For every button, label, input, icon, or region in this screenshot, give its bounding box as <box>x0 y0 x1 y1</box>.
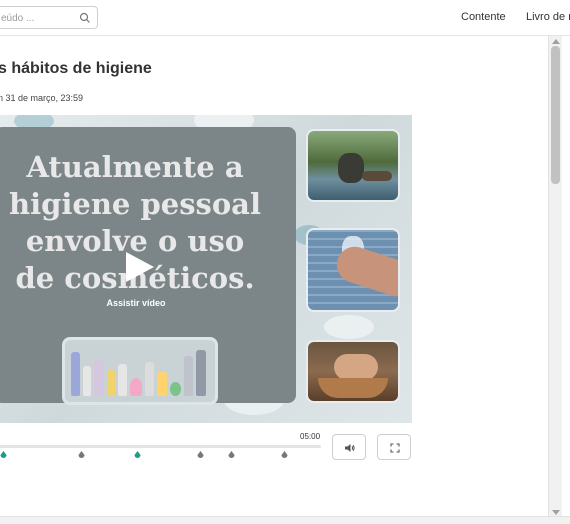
cosmetics-image <box>62 337 218 405</box>
video-timeline[interactable] <box>0 445 321 448</box>
video-controls: 05:00 <box>0 423 420 473</box>
bathing-photo <box>306 129 400 202</box>
search-input[interactable] <box>1 10 71 26</box>
fullscreen-icon <box>390 443 400 453</box>
nav-link-book[interactable]: Livro de n <box>526 11 570 23</box>
video-player[interactable]: Atualmente a higiene pessoal envolve o u… <box>0 115 412 423</box>
vertical-scrollbar[interactable] <box>548 36 562 518</box>
timeline-marker-icon[interactable] <box>78 451 85 460</box>
top-bar: Contente Livro de n <box>0 0 570 36</box>
volume-button[interactable] <box>332 434 366 460</box>
volume-icon <box>345 444 355 452</box>
timeline-marker-icon[interactable] <box>0 451 7 460</box>
search-icon[interactable] <box>79 12 91 24</box>
timeline-marker-icon[interactable] <box>228 451 235 460</box>
nav-link-contents[interactable]: Contente <box>461 11 506 23</box>
scroll-down-arrow-icon[interactable] <box>552 510 560 515</box>
scrollbar-thumb[interactable] <box>551 46 560 184</box>
timeline-marker-icon[interactable] <box>134 451 141 460</box>
search-box[interactable] <box>0 6 98 29</box>
timeline-marker-icon[interactable] <box>281 451 288 460</box>
horizontal-scrollbar[interactable] <box>0 516 570 524</box>
play-icon[interactable] <box>122 250 156 284</box>
fullscreen-button[interactable] <box>377 434 411 460</box>
video-duration: 05:00 <box>300 432 321 441</box>
timeline-marker-icon[interactable] <box>197 451 204 460</box>
scroll-up-arrow-icon[interactable] <box>552 39 560 44</box>
handwashing-photo <box>306 340 400 403</box>
page-title: s hábitos de higiene <box>0 60 152 77</box>
due-date: n 31 de março, 23:59 <box>0 93 84 103</box>
shower-photo <box>306 228 400 312</box>
play-video-label[interactable]: Assistir vídeo <box>81 298 191 308</box>
